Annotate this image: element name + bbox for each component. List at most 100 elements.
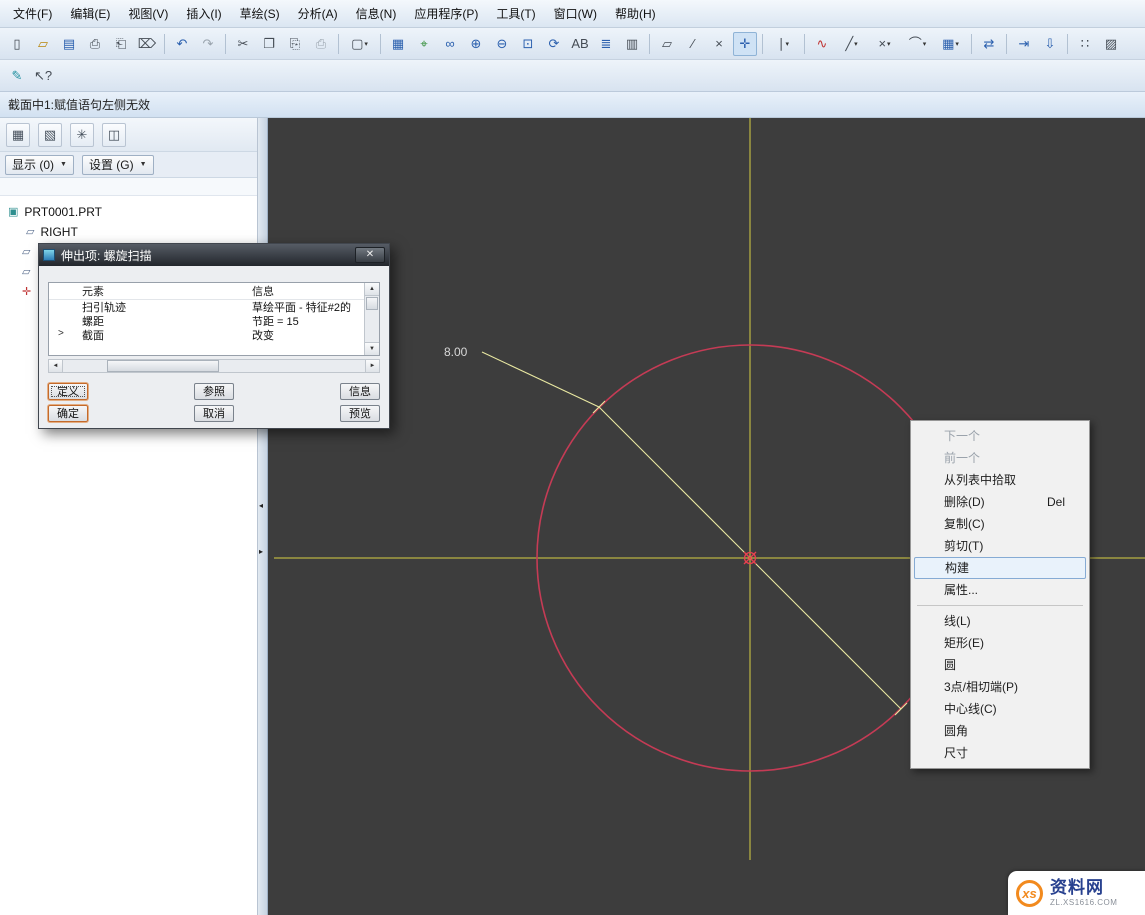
delete-icon[interactable]: ⌦ ▾ xyxy=(135,32,159,56)
dropdown-arrow-icon[interactable]: ▾ xyxy=(854,40,858,48)
sketch-setup-icon[interactable]: ▦ ▾ xyxy=(386,32,410,56)
select-box-icon[interactable]: ▢ ▾ xyxy=(344,32,375,56)
dropdown-arrow-icon[interactable]: ▾ xyxy=(923,40,927,48)
layers-icon[interactable]: ≣ ▾ xyxy=(594,32,618,56)
swap-icon[interactable]: ⇄ ▾ xyxy=(977,32,1001,56)
menu-item[interactable]: 窗口(W) xyxy=(545,1,606,26)
history-tab-icon[interactable]: ◫ xyxy=(102,123,126,147)
scrollbar-thumb[interactable] xyxy=(366,297,378,310)
datum-plane-toggle-icon[interactable]: ▱ ▾ xyxy=(655,32,679,56)
dropdown-arrow-icon[interactable]: ▾ xyxy=(364,40,368,48)
model-tree-tab-icon[interactable]: ▦ xyxy=(6,123,30,147)
toolbar-separator[interactable]: ▾ xyxy=(649,34,650,54)
favorites-tab-icon[interactable]: ✳ xyxy=(70,123,94,147)
close-icon[interactable]: ✕ xyxy=(355,247,385,263)
repaint-icon[interactable]: ⟳ ▾ xyxy=(542,32,566,56)
zoom-region-icon[interactable]: ⊡ ▾ xyxy=(516,32,540,56)
menu-item[interactable]: 草绘(S) xyxy=(231,1,289,26)
display-style-icon[interactable]: ▥ ▾ xyxy=(620,32,644,56)
menu-item[interactable]: 信息(N) xyxy=(347,1,406,26)
scrollbar-thumb[interactable] xyxy=(107,360,219,372)
datum-point-toggle-icon[interactable]: × ▾ xyxy=(707,32,731,56)
erase-icon[interactable]: ⎗ ▾ xyxy=(109,32,133,56)
context-menu-item[interactable]: 中心线(C) xyxy=(913,698,1087,720)
copy-icon[interactable]: ❐ ▾ xyxy=(257,32,281,56)
info-button[interactable]: 信息 xyxy=(340,383,380,400)
menu-item[interactable]: 插入(I) xyxy=(177,1,230,26)
csys-toggle-icon[interactable]: ✛ ▾ xyxy=(733,32,757,56)
toolbar-separator[interactable]: ▾ xyxy=(164,34,165,54)
dropdown-arrow-icon[interactable]: ▾ xyxy=(887,40,891,48)
open-file-icon[interactable]: ▱ ▾ xyxy=(31,32,55,56)
print-icon[interactable]: ⎙ ▾ xyxy=(83,32,107,56)
settings-dropdown-button[interactable]: 设置 (G) ▼ xyxy=(82,155,154,175)
toolbar-separator[interactable]: ▾ xyxy=(1006,34,1007,54)
toolbar-separator[interactable]: ▾ xyxy=(971,34,972,54)
undo-icon[interactable]: ↶ ▾ xyxy=(170,32,194,56)
dimension-leader-line[interactable] xyxy=(482,352,599,407)
toolbar-separator[interactable]: ▾ xyxy=(380,34,381,54)
expand-right-icon[interactable]: ▸ xyxy=(259,548,263,556)
menu-item[interactable]: 帮助(H) xyxy=(606,1,665,26)
context-help-icon[interactable]: ↖? xyxy=(31,64,55,88)
context-menu-item[interactable]: 圆 xyxy=(913,654,1087,676)
toolbar-separator[interactable]: ▾ xyxy=(804,34,805,54)
table-row-current[interactable]: > 截面 改变 xyxy=(49,328,379,342)
show-dropdown-button[interactable]: 显示 (0) ▼ xyxy=(5,155,74,175)
menu-item[interactable]: 应用程序(P) xyxy=(405,1,487,26)
ok-button[interactable]: 确定 xyxy=(48,405,88,422)
references-button[interactable]: 参照 xyxy=(194,383,234,400)
context-menu-item[interactable]: 下一个 xyxy=(913,425,1087,447)
context-menu-item[interactable] xyxy=(913,601,1087,610)
toolbar-separator[interactable]: ▾ xyxy=(1067,34,1068,54)
toolbar-separator[interactable]: ▾ xyxy=(762,34,763,54)
context-menu-item[interactable]: 矩形(E) xyxy=(913,632,1087,654)
menu-item[interactable]: 文件(F) xyxy=(4,1,61,26)
menu-item[interactable]: 视图(V) xyxy=(119,1,177,26)
new-file-icon[interactable]: ▯ ▾ xyxy=(5,32,29,56)
scroll-down-icon[interactable]: ▼ xyxy=(365,342,379,355)
fit-width-icon[interactable]: ⇥ ▾ xyxy=(1012,32,1036,56)
paste-icon[interactable]: ⎘ ▾ xyxy=(283,32,307,56)
scroll-left-icon[interactable]: ◄ xyxy=(49,360,63,372)
point-tool-icon[interactable]: × ▾ xyxy=(869,32,900,56)
horizontal-scrollbar[interactable]: ◄ ► xyxy=(48,359,380,373)
grid-icon[interactable]: ∷ ▾ xyxy=(1073,32,1097,56)
menu-item[interactable]: 分析(A) xyxy=(289,1,347,26)
panel-sash[interactable]: ◂ ▸ xyxy=(258,118,268,915)
redo-icon[interactable]: ↷ ▾ xyxy=(196,32,220,56)
menu-item[interactable]: 工具(T) xyxy=(487,1,544,26)
find-icon[interactable]: ∞ ▾ xyxy=(438,32,462,56)
context-menu-item[interactable]: 删除(D) Del xyxy=(913,491,1087,513)
define-button[interactable]: 定义 xyxy=(48,383,88,400)
context-menu-item[interactable]: 构建 xyxy=(914,557,1086,579)
fit-height-icon[interactable]: ⇩ ▾ xyxy=(1038,32,1062,56)
modify-dims-icon[interactable]: ▦ ▾ xyxy=(935,32,966,56)
select-items-icon[interactable]: ⌖ ▾ xyxy=(412,32,436,56)
table-row[interactable]: 扫引轨迹 草绘平面 - 特征#2的 xyxy=(49,300,379,314)
dialog-titlebar[interactable]: 伸出项: 螺旋扫描 ✕ xyxy=(39,244,389,266)
paste-special-icon[interactable]: ⎙ ▾ xyxy=(309,32,333,56)
vertical-scrollbar[interactable]: ▲ ▼ xyxy=(364,283,379,355)
centerline-tool-icon[interactable]: ∣ ▾ xyxy=(768,32,799,56)
delete-segment-icon[interactable]: ∿ ▾ xyxy=(810,32,834,56)
context-menu-item[interactable]: 从列表中拾取 xyxy=(913,469,1087,491)
scroll-right-icon[interactable]: ► xyxy=(365,360,379,372)
tree-node-datum-right[interactable]: ▱ RIGHT xyxy=(0,222,257,242)
table-row[interactable]: 螺距 节距 = 15 xyxy=(49,314,379,328)
context-menu-item[interactable]: 复制(C) xyxy=(913,513,1087,535)
folder-browser-tab-icon[interactable]: ▧ xyxy=(38,123,62,147)
sketcher-tools-icon[interactable]: ✎ xyxy=(5,64,29,88)
preview-button[interactable]: 预览 xyxy=(340,405,380,422)
context-menu-item[interactable]: 剪切(T) xyxy=(913,535,1087,557)
context-menu-item[interactable]: 属性... xyxy=(913,579,1087,601)
arc-tool-icon[interactable]: ⌒ ▾ xyxy=(902,32,933,56)
collapse-left-icon[interactable]: ◂ xyxy=(259,502,263,510)
toolbar-separator[interactable]: ▾ xyxy=(225,34,226,54)
line-tool-icon[interactable]: ╱ ▾ xyxy=(836,32,867,56)
scroll-up-icon[interactable]: ▲ xyxy=(365,283,379,296)
context-menu-item[interactable]: 线(L) xyxy=(913,610,1087,632)
context-menu-item[interactable]: 3点/相切端(P) xyxy=(913,676,1087,698)
dimension-label[interactable]: 8.00 xyxy=(444,345,468,359)
cut-icon[interactable]: ✂ ▾ xyxy=(231,32,255,56)
